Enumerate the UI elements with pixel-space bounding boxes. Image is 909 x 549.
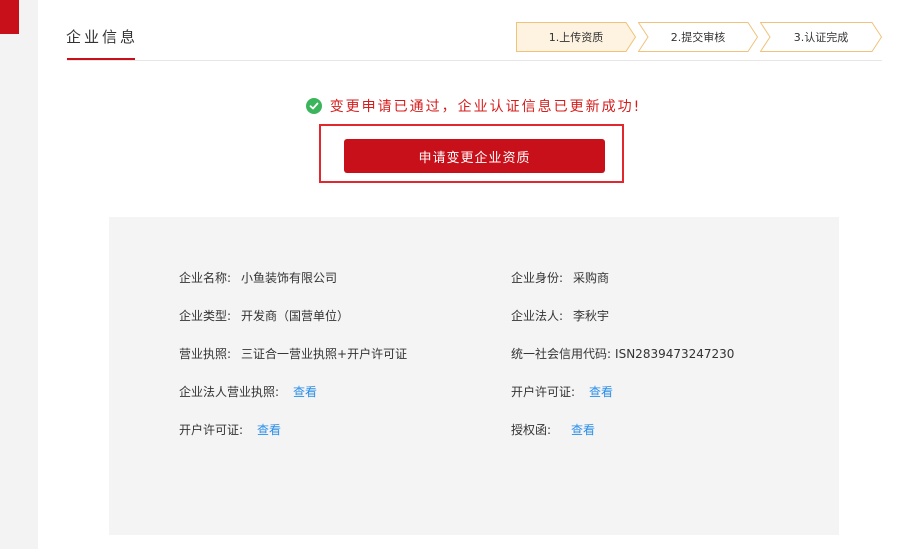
apply-change-qualification-button[interactable]: 申请变更企业资质 [344,139,605,173]
step-upload: 1.上传资质 [516,22,636,52]
business-license-row: 营业执照: 三证合一营业执照+开户许可证 [179,345,407,362]
company-name-value: 小鱼装饰有限公司 [241,271,338,285]
check-circle-icon [305,98,322,114]
account-permit-right-label: 开户许可证: [511,385,576,399]
company-role-value: 采购商 [573,271,610,285]
company-type-row: 企业类型: 开发商（国营单位） [179,307,349,324]
left-nav-accent [0,0,19,34]
legal-person-value: 李秋宇 [573,309,610,323]
company-type-value: 开发商（国营单位） [241,309,350,323]
success-message: 变更申请已通过，企业认证信息已更新成功! [329,99,642,115]
legal-person-row: 企业法人: 李秋宇 [511,307,609,324]
company-type-label: 企业类型: [179,309,232,323]
company-info-panel: 企业信息 1.上传资质 2.提交审核 3.认证完成 变更申请已通过，企业认证信息… [38,0,909,549]
company-role-row: 企业身份: 采购商 [511,269,609,286]
step-upload-label: 1.上传资质 [548,31,604,44]
business-license-label: 营业执照: [179,347,232,361]
step-submit-label: 2.提交审核 [670,31,726,44]
step-submit: 2.提交审核 [638,22,758,52]
success-banner: 变更申请已通过，企业认证信息已更新成功! [38,96,909,116]
account-permit-left-view-link[interactable]: 查看 [257,423,281,437]
step-complete-label: 3.认证完成 [793,31,849,44]
header-divider [67,60,882,61]
credit-code-value: ISN2839473247230 [615,347,735,361]
company-name-row: 企业名称: 小鱼装饰有限公司 [179,269,337,286]
credit-code-row: 统一社会信用代码: ISN2839473247230 [511,345,734,362]
authorization-view-link[interactable]: 查看 [571,423,595,437]
account-permit-right-row: 开户许可证: 查看 [511,383,613,400]
legal-license-view-link[interactable]: 查看 [293,385,317,399]
account-permit-left-row: 开户许可证: 查看 [179,421,281,438]
legal-license-label: 企业法人营业执照: [179,385,280,399]
authorization-label: 授权函: [511,423,552,437]
credit-code-label: 统一社会信用代码: [511,347,612,361]
company-name-label: 企业名称: [179,271,232,285]
authorization-row: 授权函: 查看 [511,421,595,438]
company-role-label: 企业身份: [511,271,564,285]
account-permit-right-view-link[interactable]: 查看 [589,385,613,399]
legal-person-label: 企业法人: [511,309,564,323]
account-permit-left-label: 开户许可证: [179,423,244,437]
company-info-card: 企业名称: 小鱼装饰有限公司 企业身份: 采购商 企业类型: 开发商（国营单位） 企业… [109,217,839,535]
step-complete: 3.认证完成 [760,22,882,52]
business-license-value: 三证合一营业执照+开户许可证 [241,347,408,361]
legal-license-row: 企业法人营业执照: 查看 [179,383,317,400]
page-title: 企业信息 [66,28,139,46]
panel-header: 企业信息 1.上传资质 2.提交审核 3.认证完成 [38,0,909,62]
progress-steps: 1.上传资质 2.提交审核 3.认证完成 [516,22,886,52]
